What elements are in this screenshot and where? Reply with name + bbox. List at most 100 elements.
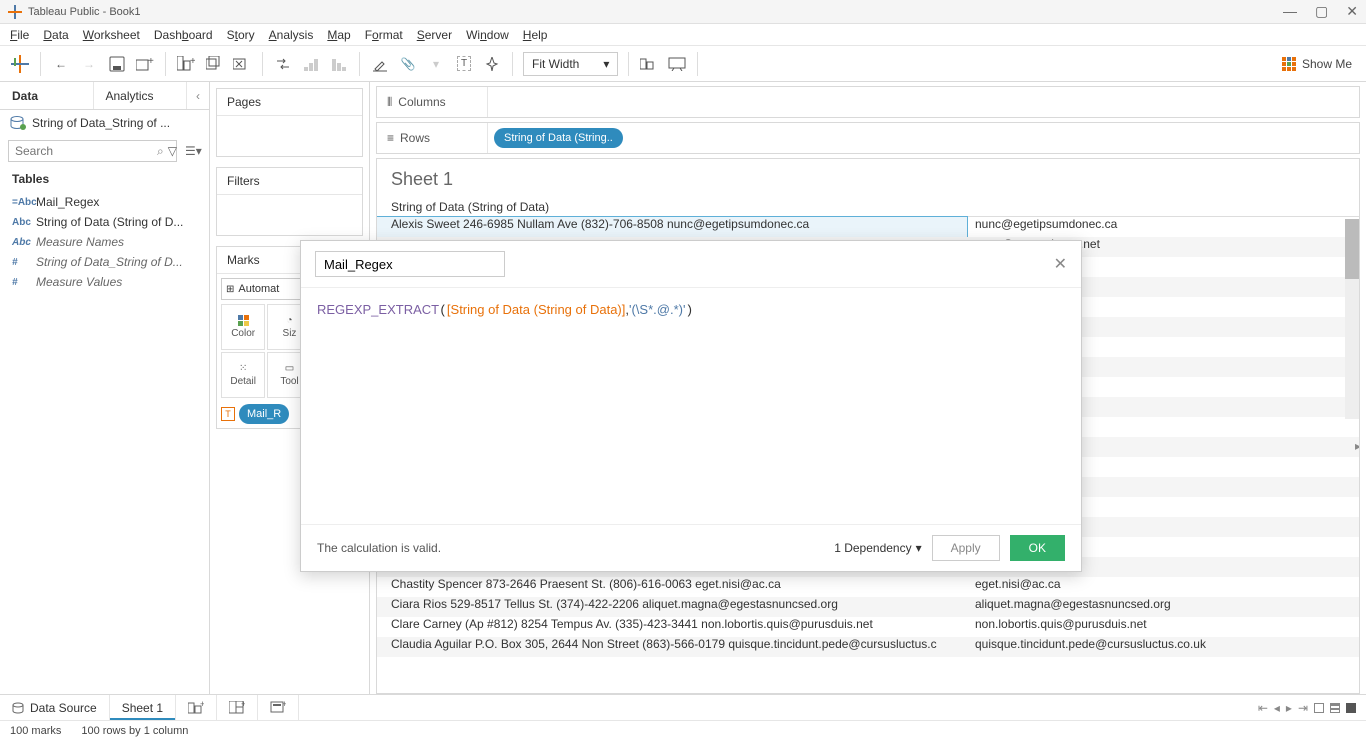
- menu-map[interactable]: Map: [327, 28, 350, 42]
- svg-text:+: +: [241, 701, 245, 709]
- close-button[interactable]: ✕: [1346, 3, 1358, 20]
- forward-button[interactable]: →: [75, 50, 103, 78]
- last-tab-button[interactable]: ⇥: [1298, 701, 1308, 715]
- menu-worksheet[interactable]: Worksheet: [83, 28, 140, 42]
- clear-button[interactable]: [228, 50, 256, 78]
- tab-data-source[interactable]: Data Source: [0, 695, 110, 720]
- new-worksheet-button[interactable]: +: [172, 50, 200, 78]
- rows-shelf[interactable]: ≡Rows String of Data (String..: [376, 122, 1360, 154]
- detail-icon: ⁙: [239, 363, 247, 374]
- tableau-logo-icon[interactable]: [6, 50, 34, 78]
- calc-name-input[interactable]: [315, 251, 505, 277]
- field-item[interactable]: AbcString of Data (String of D...: [6, 212, 203, 232]
- show-me-button[interactable]: Show Me: [1282, 57, 1360, 71]
- search-icon[interactable]: ⌕: [157, 144, 164, 159]
- calc-formula-input[interactable]: REGEXP_EXTRACT([String of Data (String o…: [301, 288, 1081, 524]
- pages-shelf[interactable]: Pages: [216, 88, 363, 157]
- view-list-icon[interactable]: ☰▾: [185, 144, 202, 158]
- marks-pill-mail-regex[interactable]: Mail_R: [239, 404, 289, 424]
- labels-button[interactable]: T: [450, 50, 478, 78]
- new-dashboard-tab[interactable]: +: [217, 695, 258, 720]
- close-icon[interactable]: ✕: [1054, 254, 1067, 274]
- maximize-button[interactable]: ▢: [1315, 3, 1328, 20]
- table-row[interactable]: Alexis Sweet 246-6985 Nullam Ave (832)-7…: [377, 217, 1359, 237]
- show-tabs-button[interactable]: [1346, 703, 1356, 713]
- collapse-pane-button[interactable]: ‹: [187, 82, 209, 109]
- swap-button[interactable]: [269, 50, 297, 78]
- table-row[interactable]: Claudia Aguilar P.O. Box 305, 2644 Non S…: [377, 637, 1359, 657]
- show-cards-button[interactable]: [635, 50, 663, 78]
- menu-window[interactable]: Window: [466, 28, 509, 42]
- app-icon: [8, 5, 22, 19]
- color-icon: [238, 315, 249, 326]
- menu-analysis[interactable]: Analysis: [269, 28, 314, 42]
- datasource-row[interactable]: String of Data_String of ...: [0, 110, 209, 136]
- datasource-tab-icon: [12, 702, 24, 714]
- back-button[interactable]: ←: [47, 50, 75, 78]
- automatic-icon: ⊞: [226, 284, 234, 295]
- menu-format[interactable]: Format: [365, 28, 403, 42]
- table-row[interactable]: Chastity Spencer 873-2646 Praesent St. (…: [377, 577, 1359, 597]
- table-row[interactable]: Ciara Rios 529-8517 Tellus St. (374)-422…: [377, 597, 1359, 617]
- field-item[interactable]: #String of Data_String of D...: [6, 252, 203, 272]
- data-pane: Data Analytics ‹ String of Data_String o…: [0, 82, 210, 694]
- text-mark-icon: T: [221, 407, 235, 421]
- new-datasource-button[interactable]: +: [131, 50, 159, 78]
- new-worksheet-tab[interactable]: +: [176, 695, 217, 720]
- filter-icon[interactable]: ▽: [168, 144, 177, 158]
- rows-pill[interactable]: String of Data (String..: [494, 128, 623, 148]
- pin-button[interactable]: [478, 50, 506, 78]
- menu-file[interactable]: File: [10, 28, 29, 42]
- datasource-icon: [10, 116, 26, 130]
- svg-text:+: +: [282, 701, 286, 709]
- show-filmstrip-button[interactable]: [1314, 703, 1324, 713]
- marks-color[interactable]: Color: [221, 304, 265, 350]
- menu-story[interactable]: Story: [227, 28, 255, 42]
- next-tab-button[interactable]: ▸: [1286, 701, 1292, 715]
- svg-text:+: +: [190, 56, 195, 67]
- fit-dropdown[interactable]: Fit Width▾: [523, 52, 618, 76]
- columns-shelf[interactable]: ⦀Columns: [376, 86, 1360, 118]
- menu-help[interactable]: Help: [523, 28, 548, 42]
- menu-data[interactable]: Data: [43, 28, 68, 42]
- status-rows: 100 rows by 1 column: [81, 725, 188, 737]
- expand-handle-icon[interactable]: ▸: [1355, 439, 1360, 453]
- apply-button[interactable]: Apply: [932, 535, 1000, 561]
- group-button[interactable]: 📎: [394, 50, 422, 78]
- field-item[interactable]: #Measure Values: [6, 272, 203, 292]
- marks-detail[interactable]: ⁙Detail: [221, 352, 265, 398]
- titlebar: Tableau Public - Book1 — ▢ ✕: [0, 0, 1366, 24]
- first-tab-button[interactable]: ⇤: [1258, 701, 1268, 715]
- dependencies-dropdown[interactable]: 1 Dependency ▾: [834, 541, 921, 555]
- search-input[interactable]: [8, 140, 177, 162]
- duplicate-button[interactable]: [200, 50, 228, 78]
- menu-server[interactable]: Server: [417, 28, 452, 42]
- table-row[interactable]: Clare Carney (Ap #812) 8254 Tempus Av. (…: [377, 617, 1359, 637]
- svg-text:+: +: [148, 56, 154, 67]
- tab-data[interactable]: Data: [0, 82, 94, 109]
- column-header: String of Data (String of Data): [377, 200, 1359, 217]
- save-button[interactable]: [103, 50, 131, 78]
- field-item[interactable]: =AbcMail_Regex: [6, 192, 203, 212]
- vertical-scrollbar[interactable]: [1345, 219, 1359, 419]
- new-story-tab[interactable]: +: [258, 695, 299, 720]
- menu-bar: File Data Worksheet Dashboard Story Anal…: [0, 24, 1366, 46]
- field-item[interactable]: AbcMeasure Names: [6, 232, 203, 252]
- totals-button[interactable]: ▾: [422, 50, 450, 78]
- rows-icon: ≡: [387, 131, 394, 145]
- presentation-button[interactable]: [663, 50, 691, 78]
- sheet-title[interactable]: Sheet 1: [377, 159, 1359, 200]
- show-sheets-button[interactable]: [1330, 703, 1340, 713]
- toolbar: ← → + + 📎 ▾ T Fit Width▾ Show Me: [0, 46, 1366, 82]
- tab-sheet1[interactable]: Sheet 1: [110, 695, 176, 720]
- tab-analytics[interactable]: Analytics: [94, 82, 188, 109]
- prev-tab-button[interactable]: ◂: [1274, 701, 1280, 715]
- menu-dashboard[interactable]: Dashboard: [154, 28, 213, 42]
- minimize-button[interactable]: —: [1283, 3, 1297, 20]
- ok-button[interactable]: OK: [1010, 535, 1065, 561]
- highlight-button[interactable]: [366, 50, 394, 78]
- filters-shelf[interactable]: Filters: [216, 167, 363, 236]
- sort-desc-button[interactable]: [325, 50, 353, 78]
- sort-asc-button[interactable]: [297, 50, 325, 78]
- window-title: Tableau Public - Book1: [28, 6, 141, 18]
